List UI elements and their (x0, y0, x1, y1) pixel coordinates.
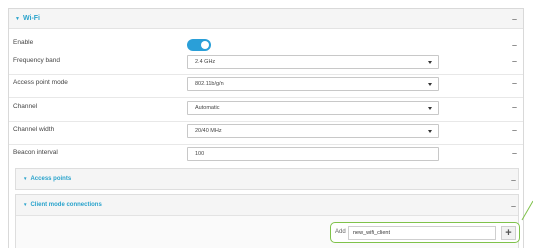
channel-value: Automatic (195, 105, 220, 111)
new-client-name-value: new_wifi_client (353, 230, 390, 236)
chevron-down-icon (428, 130, 432, 133)
row-divider (9, 121, 523, 122)
access-points-section[interactable]: ▼ Access points – (15, 168, 519, 190)
enable-toggle[interactable] (187, 39, 211, 51)
remove-wifi-button[interactable]: – (512, 15, 517, 24)
access-point-mode-value: 802.11b/g/n (195, 81, 224, 87)
beacon-interval-label: Beacon interval (13, 149, 58, 156)
client-mode-header[interactable]: ▼ Client mode connections – (16, 195, 518, 216)
access-point-mode-label: Access point mode (13, 79, 68, 86)
remove-channel-button[interactable]: – (512, 103, 517, 112)
caret-down-icon: ▼ (23, 202, 28, 207)
remove-enable-button[interactable]: – (512, 41, 517, 50)
remove-frequency-band-button[interactable]: – (512, 57, 517, 66)
beacon-interval-input[interactable]: 100 (187, 147, 439, 161)
channel-width-value: 20/40 MHz (195, 128, 222, 134)
channel-width-select[interactable]: 20/40 MHz (187, 124, 439, 138)
frequency-band-select[interactable]: 2.4 GHz (187, 55, 439, 69)
wifi-panel: ▼ Wi-Fi – Enable – Frequency band 2.4 GHz… (8, 8, 524, 248)
add-client-button[interactable]: + (501, 226, 516, 240)
frequency-band-value: 2.4 GHz (195, 59, 216, 65)
wifi-section-title[interactable]: ▼ Wi-Fi (15, 15, 40, 22)
access-points-title[interactable]: ▼ Access points (23, 176, 71, 182)
remove-access-points-button[interactable]: – (511, 176, 516, 185)
caret-down-icon: ▼ (15, 16, 20, 22)
row-divider (9, 97, 523, 98)
plus-icon: + (505, 227, 512, 239)
toggle-knob (201, 41, 209, 49)
row-divider (9, 74, 523, 75)
enable-label: Enable (13, 39, 34, 46)
channel-select[interactable]: Automatic (187, 101, 439, 115)
remove-client-mode-button[interactable]: – (511, 202, 516, 211)
channel-width-label: Channel width (13, 126, 55, 133)
client-mode-title[interactable]: ▼ Client mode connections (23, 202, 102, 208)
chevron-down-icon (428, 107, 432, 110)
chevron-down-icon (428, 61, 432, 64)
beacon-interval-value: 100 (195, 151, 205, 157)
remove-channel-width-button[interactable]: – (512, 126, 517, 135)
access-point-mode-select[interactable]: 802.11b/g/n (187, 77, 439, 91)
add-label: Add (335, 229, 346, 235)
remove-beacon-interval-button[interactable]: – (512, 149, 517, 158)
new-client-name-input[interactable]: new_wifi_client (348, 226, 496, 240)
callout-arrow-icon (521, 200, 533, 221)
row-divider (9, 144, 523, 145)
caret-down-icon: ▼ (23, 176, 28, 181)
add-client-row: Add new_wifi_client + (330, 222, 520, 243)
channel-label: Channel (13, 103, 38, 110)
remove-access-point-mode-button[interactable]: – (512, 79, 517, 88)
wifi-section-header[interactable]: ▼ Wi-Fi – (9, 9, 523, 29)
chevron-down-icon (428, 83, 432, 86)
frequency-band-label: Frequency band (13, 57, 60, 64)
